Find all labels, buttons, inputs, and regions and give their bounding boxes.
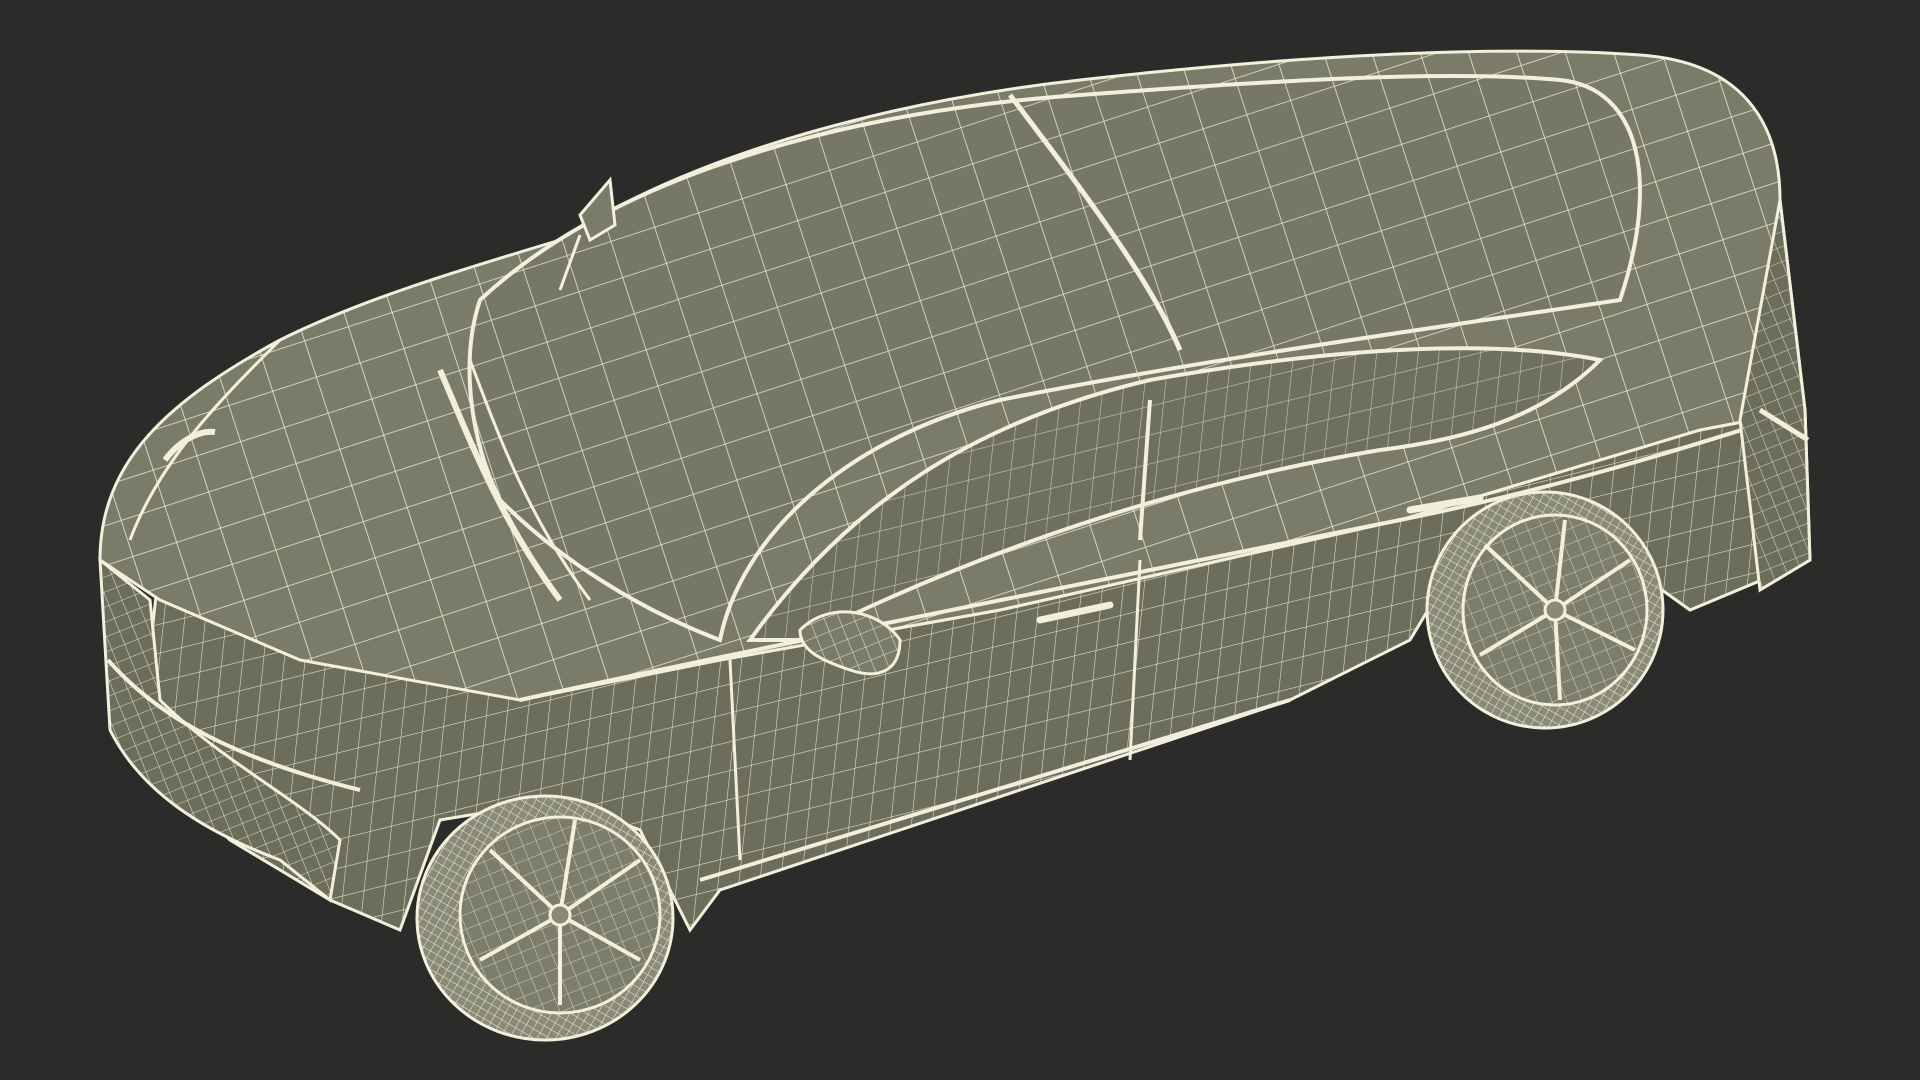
car-wireframe-render [98,49,1812,1042]
front-wheel [415,794,675,1042]
render-viewport [0,0,1920,1080]
rear-wheel [1425,490,1665,730]
